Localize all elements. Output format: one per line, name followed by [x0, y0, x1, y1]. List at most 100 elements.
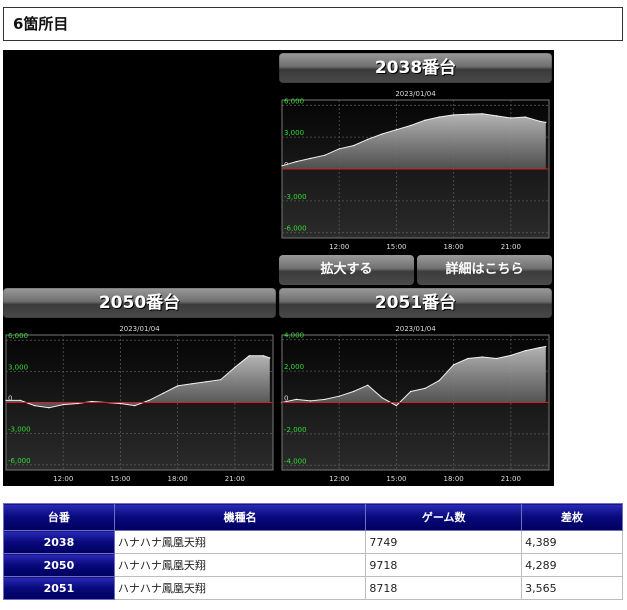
- data-point: [324, 398, 326, 400]
- data-point: [34, 405, 36, 407]
- graph-panel: 2038番台 2023/01/046,0003,0000-3,000-6,000…: [3, 50, 554, 486]
- x-tick-label: 21:00: [225, 475, 245, 483]
- data-point: [262, 355, 265, 357]
- data-point: [91, 400, 93, 403]
- details-button[interactable]: 詳細はこちら: [417, 255, 552, 285]
- data-point: [352, 390, 355, 393]
- data-point: [395, 129, 397, 131]
- x-tick-label: 15:00: [110, 475, 130, 483]
- data-point: [148, 399, 150, 401]
- section-title: 6箇所目: [3, 7, 623, 41]
- data-point: [76, 402, 79, 405]
- y-tick-label: -4,000: [284, 457, 307, 465]
- y-tick-label: 6,000: [8, 332, 28, 340]
- cell-machine-number[interactable]: 2038: [3, 530, 115, 554]
- y-tick-label: 6,000: [284, 97, 304, 105]
- y-tick-label: -3,000: [8, 426, 31, 434]
- cell-machine-number[interactable]: 2050: [3, 553, 115, 577]
- table-row: 2051 ハナハナ鳳凰天翔 8718 3,565: [3, 576, 623, 600]
- x-tick-label: 21:00: [501, 475, 521, 483]
- data-point: [119, 402, 121, 405]
- cell-game-count: 7749: [365, 530, 523, 554]
- data-point: [134, 405, 136, 407]
- graph-header-2050: 2050番台: [3, 288, 276, 318]
- data-point: [5, 399, 7, 401]
- data-point: [545, 345, 547, 348]
- data-point: [453, 114, 455, 116]
- graph-header-2051: 2051番台: [279, 288, 552, 318]
- header-model-name: 機種名: [113, 503, 367, 531]
- data-point: [424, 387, 426, 389]
- header-difference: 差枚: [521, 503, 623, 531]
- cell-game-count: 8718: [365, 576, 523, 600]
- chart-date-label: 2023/01/04: [119, 325, 160, 333]
- machine-table: 台番 機種名 ゲーム数 差枚 2038 ハナハナ鳳凰天翔 7749 4,389 …: [3, 503, 623, 600]
- y-tick-label: 4,000: [284, 332, 304, 340]
- cell-model-name: ハナハナ鳳凰天翔: [113, 576, 367, 600]
- data-point: [510, 117, 512, 119]
- data-point: [352, 145, 355, 147]
- data-point: [367, 384, 369, 386]
- data-point: [481, 113, 483, 115]
- data-point: [381, 133, 383, 135]
- data-point: [234, 366, 236, 368]
- table-header-row: 台番 機種名 ゲーム数 差枚: [3, 503, 623, 531]
- cell-model-name: ハナハナ鳳凰天翔: [113, 530, 367, 554]
- header-game-count: ゲーム数: [365, 503, 523, 531]
- y-tick-label: -6,000: [8, 457, 31, 465]
- data-point: [438, 116, 440, 118]
- y-tick-label: -2,000: [284, 426, 307, 434]
- data-point: [62, 404, 64, 406]
- data-point: [48, 407, 50, 409]
- data-point: [395, 405, 397, 407]
- data-point: [481, 356, 483, 358]
- data-point: [381, 397, 383, 399]
- data-point: [438, 379, 440, 382]
- x-tick-label: 18:00: [444, 475, 464, 483]
- cell-game-count: 9718: [365, 553, 523, 577]
- graph-2051: 2023/01/04 4,000 2,000 0 -2,000 -4,000 12:00 15…: [279, 321, 552, 486]
- data-point: [496, 357, 498, 360]
- table-row: 2050 ハナハナ鳳凰天翔 9718 4,289: [3, 553, 623, 577]
- zoom-button[interactable]: 拡大する: [279, 255, 414, 285]
- data-point: [424, 119, 426, 121]
- x-tick-label: 12:00: [53, 475, 73, 483]
- cell-difference: 3,565: [521, 576, 623, 600]
- data-point: [310, 400, 312, 402]
- data-point: [281, 165, 283, 167]
- data-point: [295, 161, 297, 163]
- data-point: [410, 124, 412, 127]
- data-point: [269, 357, 271, 359]
- data-point: [467, 113, 469, 115]
- x-tick-label: 12:00: [329, 475, 349, 483]
- data-point: [324, 154, 326, 156]
- header-machine-number: 台番: [3, 503, 115, 531]
- data-point: [295, 398, 297, 400]
- data-point: [338, 395, 340, 397]
- table-row: 2038 ハナハナ鳳凰天翔 7749 4,389: [3, 530, 623, 554]
- cell-machine-number[interactable]: 2051: [3, 576, 115, 600]
- x-tick-label: 21:00: [501, 243, 521, 251]
- data-point: [410, 390, 412, 393]
- cell-model-name: ハナハナ鳳凰天翔: [113, 553, 367, 577]
- data-point: [177, 385, 179, 387]
- y-tick-label: -6,000: [284, 225, 307, 233]
- data-point: [220, 379, 222, 381]
- y-tick-label: 3,000: [284, 129, 304, 137]
- graph-header-2038: 2038番台: [279, 53, 552, 83]
- data-point: [191, 383, 193, 385]
- y-tick-label: 2,000: [284, 363, 304, 371]
- data-point: [248, 355, 250, 357]
- chart-2050: 2023/01/046,0003,0000-3,000-6,00012:00 15…: [3, 321, 276, 486]
- data-point: [162, 392, 164, 394]
- chart-date-label: 2023/01/04: [395, 90, 436, 98]
- cell-difference: 4,389: [521, 530, 623, 554]
- data-point: [367, 138, 369, 140]
- cell-difference: 4,289: [521, 553, 623, 577]
- x-tick-label: 15:00: [386, 243, 406, 251]
- data-point: [205, 381, 207, 383]
- y-tick-label: 3,000: [8, 363, 28, 371]
- graph-2038: 2023/01/046,0003,0000-3,000-6,00012:0015…: [279, 86, 552, 254]
- data-point: [545, 121, 547, 123]
- data-point: [524, 350, 526, 352]
